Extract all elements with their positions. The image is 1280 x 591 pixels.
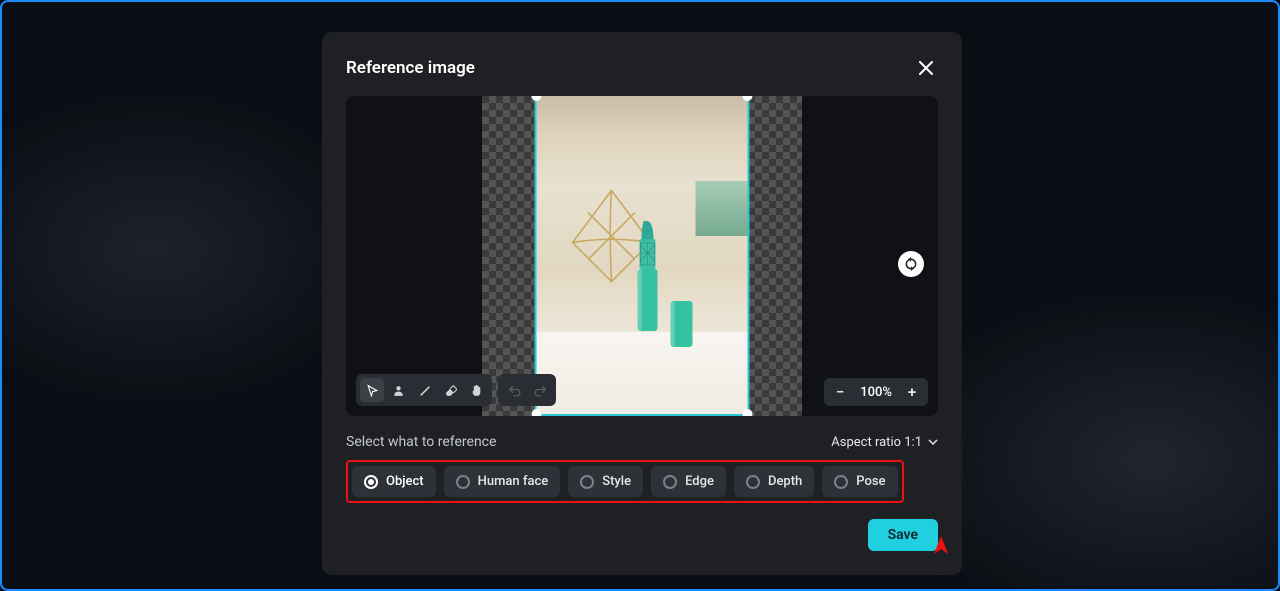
reference-image-modal: Reference image bbox=[322, 32, 962, 575]
radio-icon bbox=[834, 475, 848, 489]
close-button[interactable] bbox=[914, 56, 938, 80]
hand-icon bbox=[470, 384, 483, 397]
close-icon bbox=[919, 61, 933, 75]
hand-tool[interactable] bbox=[464, 378, 488, 402]
zoom-in-button[interactable]: + bbox=[902, 382, 922, 402]
pointer-icon bbox=[366, 384, 379, 397]
reference-type-options: Object Human face Style Edge Depth Pose bbox=[346, 460, 904, 503]
history-tools bbox=[498, 374, 556, 406]
radio-label: Depth bbox=[768, 474, 802, 489]
brush-icon bbox=[418, 384, 431, 397]
canvas-toolbar bbox=[356, 374, 556, 406]
radio-icon bbox=[580, 475, 594, 489]
modal-footer: Save bbox=[346, 519, 938, 551]
crop-handle-bl[interactable] bbox=[532, 409, 542, 416]
zoom-control: − 100% + bbox=[824, 378, 928, 406]
reference-option-edge[interactable]: Edge bbox=[651, 466, 726, 497]
reference-option-depth[interactable]: Depth bbox=[734, 466, 814, 497]
modal-title: Reference image bbox=[346, 58, 475, 78]
plus-icon: + bbox=[908, 383, 916, 401]
erase-tool[interactable] bbox=[438, 378, 462, 402]
radio-label: Object bbox=[386, 474, 424, 489]
crop-handle-tl[interactable] bbox=[532, 96, 542, 101]
radio-icon bbox=[456, 475, 470, 489]
radio-label: Edge bbox=[685, 474, 714, 489]
radio-label: Style bbox=[602, 474, 631, 489]
crop-handle-br[interactable] bbox=[743, 409, 753, 416]
undo-button[interactable] bbox=[502, 378, 526, 402]
person-crop-icon bbox=[392, 384, 405, 397]
reference-option-human-face[interactable]: Human face bbox=[444, 466, 561, 497]
options-header-row: Select what to reference Aspect ratio 1:… bbox=[346, 434, 938, 450]
undo-icon bbox=[508, 384, 521, 397]
save-button[interactable]: Save bbox=[868, 519, 938, 551]
redo-icon bbox=[534, 384, 547, 397]
refresh-image-button[interactable] bbox=[898, 251, 924, 277]
reference-image-frame[interactable] bbox=[535, 96, 750, 416]
aspect-ratio-label: Aspect ratio 1:1 bbox=[831, 435, 922, 450]
reference-option-style[interactable]: Style bbox=[568, 466, 643, 497]
lipstick-tube bbox=[635, 221, 661, 333]
chevron-down-icon bbox=[928, 437, 938, 447]
background-box bbox=[696, 181, 748, 236]
image-canvas[interactable]: − 100% + bbox=[346, 96, 938, 416]
select-reference-label: Select what to reference bbox=[346, 434, 496, 450]
surface bbox=[537, 332, 748, 414]
reference-option-pose[interactable]: Pose bbox=[822, 466, 897, 497]
edit-tools bbox=[356, 374, 492, 406]
crop-tool[interactable] bbox=[386, 378, 410, 402]
refresh-icon bbox=[904, 257, 918, 271]
zoom-value: 100% bbox=[860, 385, 892, 400]
lipstick-cap bbox=[669, 301, 695, 349]
radio-icon bbox=[746, 475, 760, 489]
minus-icon: − bbox=[836, 383, 844, 401]
zoom-out-button[interactable]: − bbox=[830, 382, 850, 402]
pointer-tool[interactable] bbox=[360, 378, 384, 402]
brush-tool[interactable] bbox=[412, 378, 436, 402]
modal-header: Reference image bbox=[346, 56, 938, 80]
redo-button[interactable] bbox=[528, 378, 552, 402]
radio-icon bbox=[364, 475, 378, 489]
radio-icon bbox=[663, 475, 677, 489]
aspect-ratio-dropdown[interactable]: Aspect ratio 1:1 bbox=[831, 435, 938, 450]
radio-label: Pose bbox=[856, 474, 885, 489]
annotation-cursor-arrow bbox=[932, 534, 950, 556]
radio-label: Human face bbox=[478, 474, 549, 489]
eraser-icon bbox=[444, 384, 457, 397]
reference-option-object[interactable]: Object bbox=[352, 466, 436, 497]
